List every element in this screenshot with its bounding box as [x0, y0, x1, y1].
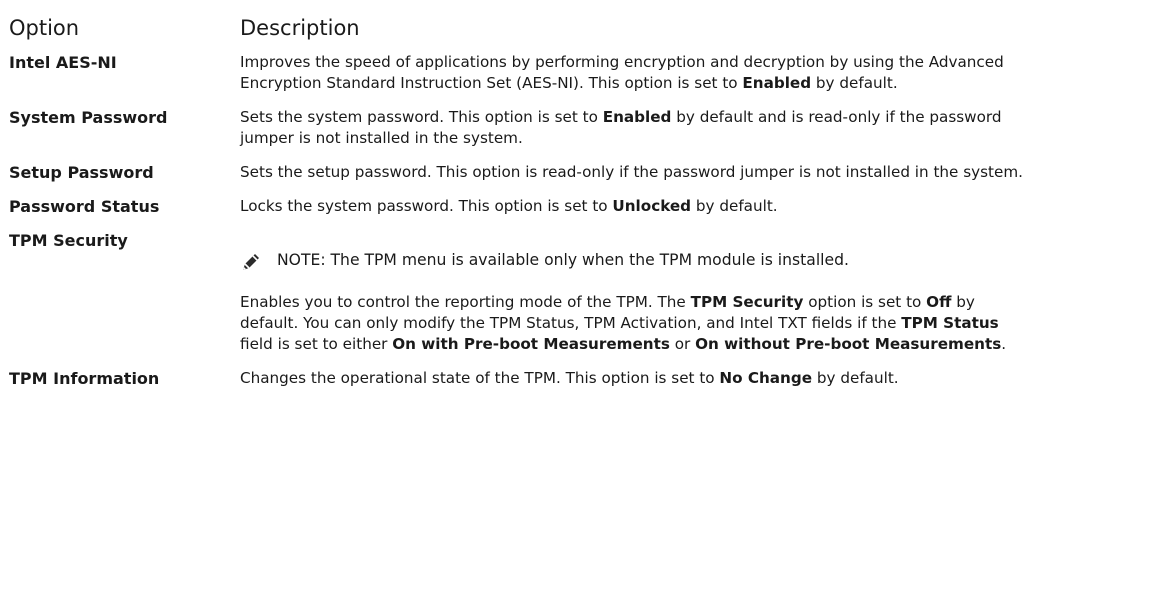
description-bold-term: On with Pre-boot Measurements [392, 335, 670, 353]
note-text: NOTE: The TPM menu is available only whe… [277, 250, 849, 271]
description-segment: Sets the system password. This option is… [240, 108, 603, 126]
description-text: Sets the system password. This option is… [240, 107, 1025, 149]
description-bold-term: Enabled [602, 108, 672, 126]
description-segment: by default. [812, 369, 899, 387]
table-body: Intel AES-NI Improves the speed of applic… [9, 52, 1149, 389]
option-name: System Password [9, 108, 168, 127]
option-description-cell: Changes the operational state of the TPM… [240, 368, 1149, 389]
option-description-cell: Locks the system password. This option i… [240, 196, 1149, 217]
table-row-tpm-information: TPM Information Changes the operational s… [9, 368, 1149, 389]
table-row-intel-aes-ni: Intel AES-NI Improves the speed of applic… [9, 52, 1149, 94]
option-name: TPM Information [9, 369, 160, 388]
description-segment: Locks the system password. This option i… [240, 197, 613, 215]
table-row-tpm-security: TPM Security NOTE: The TPM menu is availa… [9, 230, 1149, 355]
description-text: Changes the operational state of the TPM… [240, 368, 1025, 389]
description-segment: by default. [811, 74, 898, 92]
option-name: Intel AES-NI [9, 53, 117, 72]
description-text: Improves the speed of applications by pe… [240, 52, 1025, 94]
description-bold-term: TPM Security [690, 293, 804, 311]
note-body: The TPM menu is available only when the … [325, 250, 849, 269]
description-bold-term: Off [926, 293, 952, 311]
description-text: Enables you to control the reporting mod… [240, 292, 1025, 355]
option-description-table: Option Description Intel AES-NI Improves … [9, 14, 1149, 402]
note-pencil-icon [241, 252, 261, 272]
description-bold-term: Enabled [742, 74, 812, 92]
description-segment: option is set to [803, 293, 927, 311]
option-name: TPM Security [9, 231, 128, 250]
option-description-cell: Improves the speed of applications by pe… [240, 52, 1149, 94]
table-row-password-status: Password Status Locks the system password… [9, 196, 1149, 217]
note-label: NOTE: [277, 250, 326, 269]
description-text: Sets the setup password. This option is … [240, 162, 1025, 183]
option-name: Setup Password [9, 163, 154, 182]
description-segment: Enables you to control the reporting mod… [240, 293, 691, 311]
table-header: Option Description [9, 14, 1149, 48]
description-bold-term: TPM Status [901, 314, 999, 332]
option-name: Password Status [9, 197, 160, 216]
description-segment: field is set to either [240, 335, 393, 353]
table-row-system-password: System Password Sets the system password.… [9, 107, 1149, 149]
description-segment: Sets the setup password. This option is … [240, 163, 1023, 181]
option-column-header: Option [9, 16, 80, 40]
option-description-cell: Sets the setup password. This option is … [240, 162, 1149, 183]
description-segment: by default. [691, 197, 778, 215]
description-segment: Changes the operational state of the TPM… [240, 369, 720, 387]
option-description-cell: Sets the system password. This option is… [240, 107, 1149, 149]
description-text: Locks the system password. This option i… [240, 196, 1025, 217]
description-segment: . [1001, 335, 1007, 353]
description-column-header: Description [240, 16, 360, 40]
description-bold-term: Unlocked [612, 197, 692, 215]
description-bold-term: On without Pre-boot Measurements [695, 335, 1002, 353]
description-bold-term: No Change [719, 369, 813, 387]
table-row-setup-password: Setup Password Sets the setup password. T… [9, 162, 1149, 183]
note-callout: NOTE: The TPM menu is available only whe… [240, 247, 1149, 273]
option-description-cell: NOTE: The TPM menu is available only whe… [240, 230, 1149, 355]
description-segment: or [669, 335, 696, 353]
